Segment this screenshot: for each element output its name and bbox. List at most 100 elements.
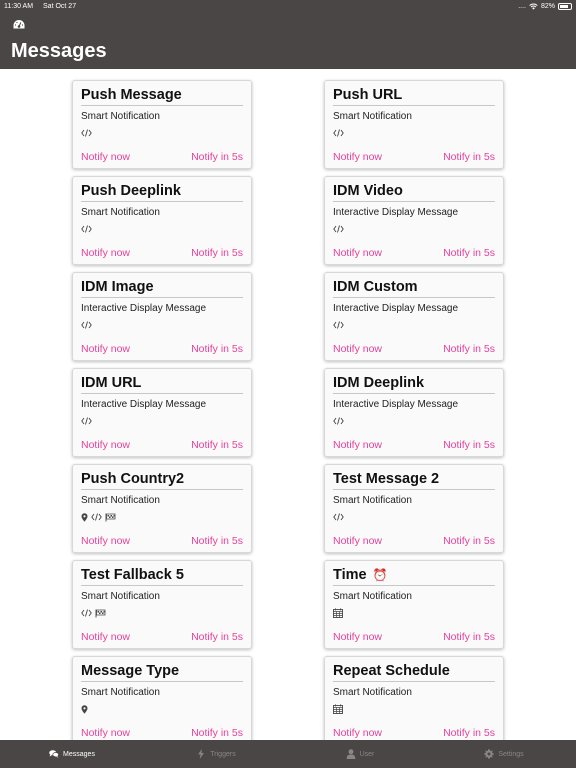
notify-in-5s-button[interactable]: Notify in 5s — [443, 343, 495, 355]
notify-in-5s-button[interactable]: Notify in 5s — [191, 247, 243, 259]
card-attribute-icons — [333, 704, 495, 714]
notify-now-button[interactable]: Notify now — [81, 727, 130, 739]
notify-in-5s-button[interactable]: Notify in 5s — [191, 631, 243, 643]
card-title: IDM Video — [333, 182, 495, 202]
notify-in-5s-button[interactable]: Notify in 5s — [443, 247, 495, 259]
status-date: Sat Oct 27 — [43, 2, 77, 10]
card-title-text: IDM Custom — [333, 278, 418, 295]
card-title: Push Message — [81, 86, 243, 106]
card-attribute-icons — [333, 512, 495, 522]
message-card: Push URL Smart Notification Notify now N… — [324, 80, 504, 169]
code-icon — [333, 417, 344, 425]
notify-in-5s-button[interactable]: Notify in 5s — [443, 727, 495, 739]
notify-now-button[interactable]: Notify now — [333, 151, 382, 163]
card-title: Test Fallback 5 — [81, 566, 243, 586]
card-title-text: Repeat Schedule — [333, 662, 450, 679]
tab-label: Triggers — [210, 750, 236, 758]
notify-now-button[interactable]: Notify now — [333, 247, 382, 259]
battery-icon — [558, 2, 572, 10]
card-subtitle: Smart Notification — [333, 687, 412, 698]
dashboard-icon[interactable] — [13, 19, 25, 30]
message-card: Push Deeplink Smart Notification Notify … — [72, 176, 252, 265]
code-icon — [81, 609, 92, 617]
code-icon — [333, 321, 344, 329]
notify-in-5s-button[interactable]: Notify in 5s — [443, 631, 495, 643]
flag-icon — [105, 513, 116, 522]
card-title-text: Message Type — [81, 662, 180, 679]
message-card: Test Fallback 5 Smart Notification Notif… — [72, 560, 252, 649]
signal-indicator: .... — [518, 2, 526, 10]
message-card: Test Message 2 Smart Notification Notify… — [324, 464, 504, 553]
tab-settings[interactable]: Settings — [432, 740, 576, 768]
card-title-text: IDM Video — [333, 182, 403, 199]
message-card: IDM Image Interactive Display Message No… — [72, 272, 252, 361]
code-icon — [81, 417, 92, 425]
code-icon — [81, 225, 92, 233]
tab-triggers[interactable]: Triggers — [144, 740, 288, 768]
tab-user[interactable]: User — [288, 740, 432, 768]
notify-in-5s-button[interactable]: Notify in 5s — [191, 535, 243, 547]
card-title-text: IDM URL — [81, 374, 142, 391]
notify-in-5s-button[interactable]: Notify in 5s — [191, 439, 243, 451]
card-subtitle: Interactive Display Message — [333, 303, 459, 314]
flag-icon — [95, 609, 106, 618]
card-subtitle: Interactive Display Message — [333, 399, 459, 410]
card-subtitle: Smart Notification — [81, 111, 160, 122]
message-card: IDM Custom Interactive Display Message N… — [324, 272, 504, 361]
card-subtitle: Smart Notification — [333, 111, 412, 122]
message-card: Push Country2 Smart Notification Notify … — [72, 464, 252, 553]
tab-bar: Messages Triggers User Settings — [0, 740, 576, 768]
map-marker-icon — [81, 704, 88, 714]
card-title: IDM Custom — [333, 278, 495, 298]
user-icon — [346, 749, 356, 759]
notify-now-button[interactable]: Notify now — [81, 151, 130, 163]
notify-now-button[interactable]: Notify now — [333, 535, 382, 547]
notify-now-button[interactable]: Notify now — [81, 535, 130, 547]
message-card: Repeat Schedule Smart Notification Notif… — [324, 656, 504, 740]
card-attribute-icons — [81, 704, 243, 714]
tab-label: User — [359, 750, 375, 758]
notify-now-button[interactable]: Notify now — [333, 727, 382, 739]
code-icon — [333, 225, 344, 233]
notify-in-5s-button[interactable]: Notify in 5s — [443, 151, 495, 163]
header: 11:30 AM Sat Oct 27 .... 82% Messages — [0, 0, 576, 69]
tab-label: Settings — [498, 750, 524, 758]
card-title-text: Push Deeplink — [81, 182, 181, 199]
notify-in-5s-button[interactable]: Notify in 5s — [191, 727, 243, 739]
notify-now-button[interactable]: Notify now — [81, 631, 130, 643]
card-subtitle: Smart Notification — [81, 495, 160, 506]
card-title-text: Test Fallback 5 — [81, 566, 184, 583]
notify-now-button[interactable]: Notify now — [333, 439, 382, 451]
status-bar: 11:30 AM Sat Oct 27 .... 82% — [4, 1, 572, 11]
card-title: Push Deeplink — [81, 182, 243, 202]
notify-in-5s-button[interactable]: Notify in 5s — [191, 343, 243, 355]
comments-icon — [49, 749, 59, 759]
bolt-icon — [196, 749, 206, 759]
notify-in-5s-button[interactable]: Notify in 5s — [443, 535, 495, 547]
notify-in-5s-button[interactable]: Notify in 5s — [191, 151, 243, 163]
card-title-text: Time — [333, 566, 367, 583]
notify-now-button[interactable]: Notify now — [333, 631, 382, 643]
card-subtitle: Smart Notification — [81, 207, 160, 218]
status-time: 11:30 AM — [4, 2, 34, 10]
card-attribute-icons — [81, 416, 243, 426]
notify-now-button[interactable]: Notify now — [333, 343, 382, 355]
card-title-text: Test Message 2 — [333, 470, 440, 487]
alarm-clock-icon: ⏰ — [372, 567, 388, 582]
card-title: Message Type — [81, 662, 243, 682]
card-title-text: IDM Image — [81, 278, 154, 295]
messages-list[interactable]: Push Message Smart Notification Notify n… — [0, 69, 576, 740]
notify-now-button[interactable]: Notify now — [81, 439, 130, 451]
card-attribute-icons — [81, 320, 243, 330]
code-icon — [333, 513, 344, 521]
card-title-text: Push Country2 — [81, 470, 185, 487]
message-card: Time ⏰ Smart Notification Notify now Not… — [324, 560, 504, 649]
card-title: IDM Deeplink — [333, 374, 495, 394]
notify-now-button[interactable]: Notify now — [81, 343, 130, 355]
card-title: Test Message 2 — [333, 470, 495, 490]
notify-now-button[interactable]: Notify now — [81, 247, 130, 259]
tab-messages[interactable]: Messages — [0, 740, 144, 768]
card-title-text: Push URL — [333, 86, 403, 103]
notify-in-5s-button[interactable]: Notify in 5s — [443, 439, 495, 451]
message-card: Message Type Smart Notification Notify n… — [72, 656, 252, 740]
